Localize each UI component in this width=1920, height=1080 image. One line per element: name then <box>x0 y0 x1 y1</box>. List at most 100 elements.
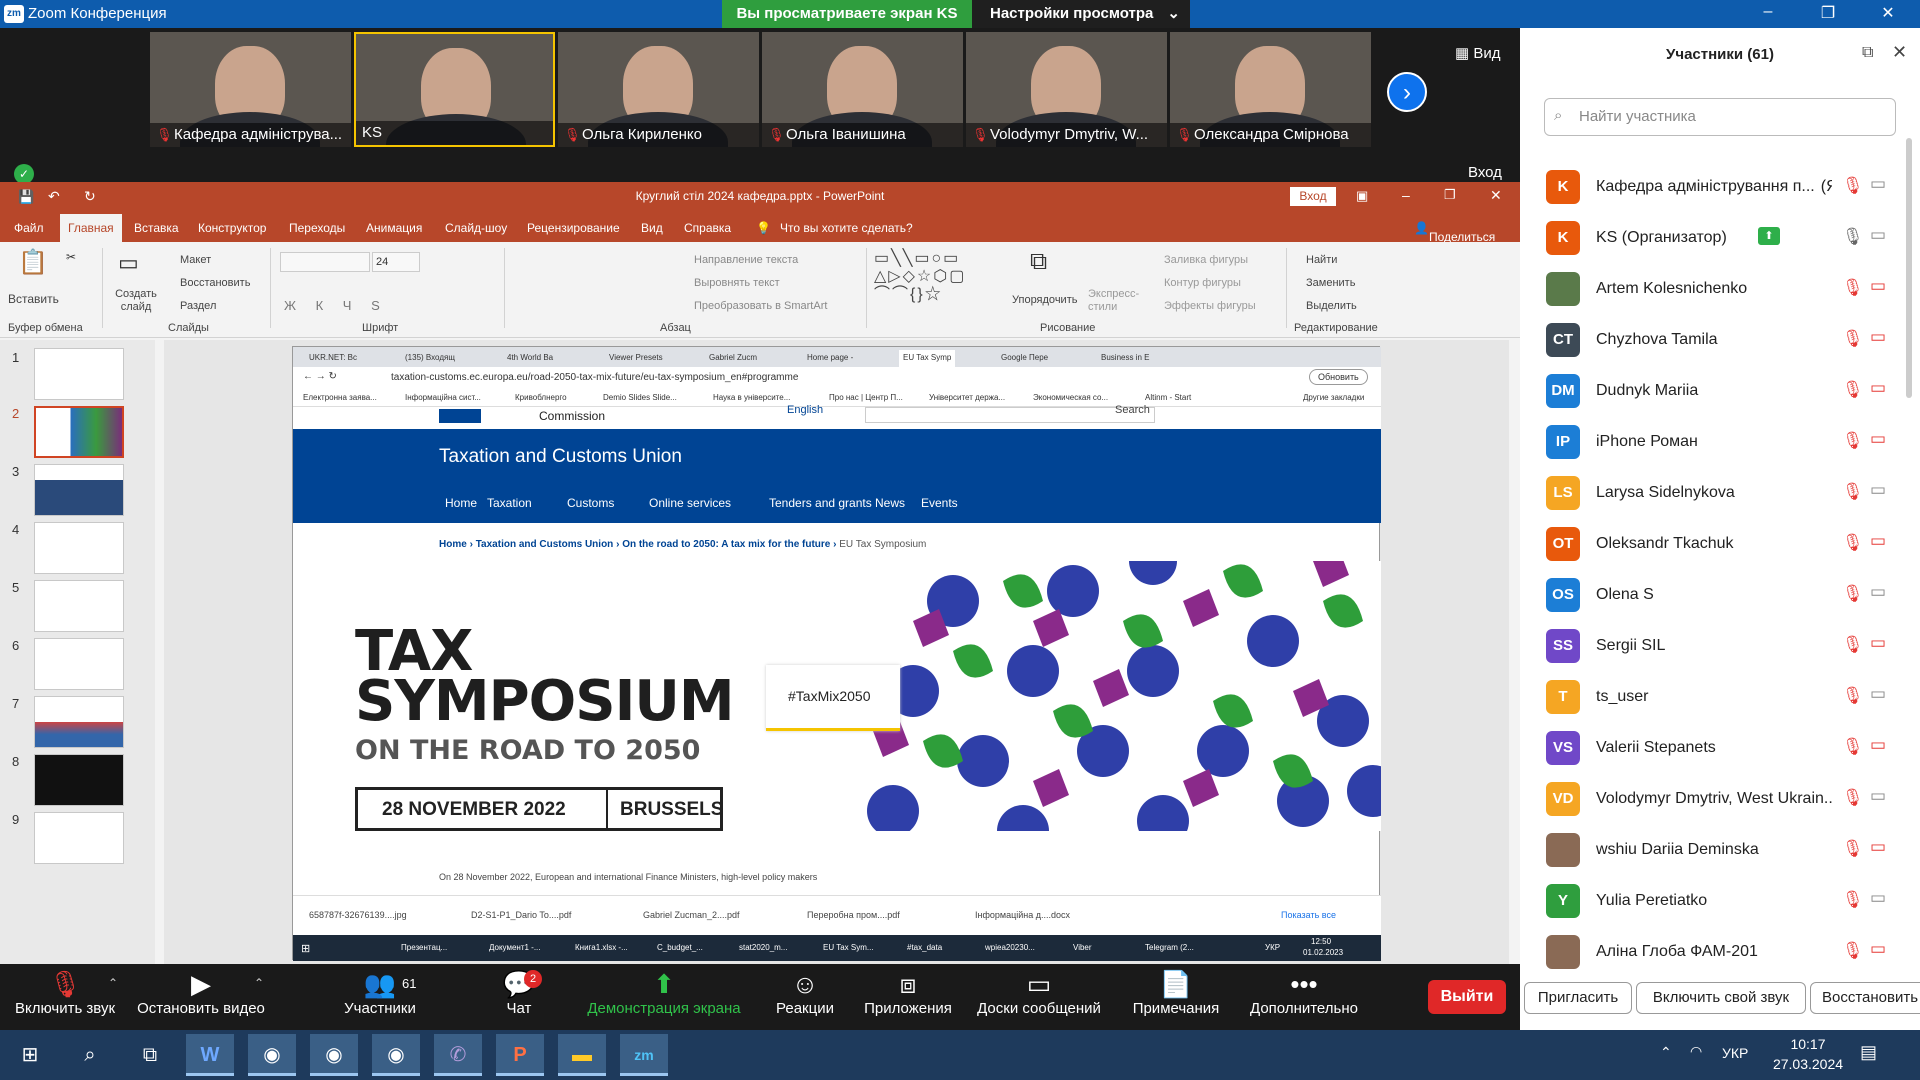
ppt-close-icon[interactable]: ✕ <box>1490 187 1502 204</box>
download-item[interactable]: 658787f-32676139....jpg <box>309 910 407 920</box>
participant-row[interactable]: Y Yulia Peretiatko 🎙 ▭ <box>1520 876 1920 927</box>
menu-slideshow[interactable]: Слайд-шоу <box>445 221 507 235</box>
popout-icon[interactable]: ⧉ <box>1862 44 1873 62</box>
leave-button[interactable]: Выйти <box>1428 980 1506 1014</box>
font-size-select[interactable]: 24 <box>372 252 420 272</box>
video-tile[interactable]: Ольга Кириленко 🎙 <box>558 32 759 147</box>
mic-options-chevron-icon[interactable]: ⌃ <box>108 976 118 990</box>
tray-lang[interactable]: УКР <box>1722 1045 1748 1061</box>
smartart-button[interactable]: Преобразовать в SmartArt <box>694 300 827 312</box>
nav-online-services[interactable]: Online services <box>649 496 731 510</box>
nav-taxation[interactable]: Taxation <box>487 496 532 510</box>
participant-row[interactable]: SS Sergii SIL 🎙 ▭ <box>1520 621 1920 672</box>
download-item[interactable]: D2-S1-P1_Dario To....pdf <box>471 910 571 920</box>
browser-tab[interactable]: (135) Входящ <box>401 350 459 367</box>
participant-row[interactable]: DM Dudnyk Mariia 🎙 ▭ <box>1520 366 1920 417</box>
participant-row[interactable]: Tts_user 🎙 ▭ <box>1520 672 1920 723</box>
next-page-button[interactable]: › <box>1387 72 1427 112</box>
menu-transitions[interactable]: Переходы <box>289 221 345 235</box>
task-view-icon[interactable]: ⧉ <box>126 1034 174 1076</box>
stop-video-button[interactable]: ▶ Остановить видео <box>136 964 266 1030</box>
participant-row[interactable]: VD Volodymyr Dmytriv, West Ukrain... 🎙 ▭ <box>1520 774 1920 825</box>
participant-row[interactable]: Аліна Глоба ФАМ-201 🎙 ▭ <box>1520 927 1920 978</box>
slide-thumbnail[interactable] <box>34 464 124 516</box>
site-search-input[interactable] <box>865 407 1155 423</box>
slide-thumbnail[interactable] <box>34 754 124 806</box>
layout-button[interactable]: Макет <box>180 254 211 266</box>
word-icon[interactable]: W <box>186 1034 234 1076</box>
slide-thumbnail[interactable] <box>34 812 124 864</box>
tray-chevron-icon[interactable]: ⌃ <box>1660 1044 1672 1061</box>
browser-tab[interactable]: Gabriel Zucm <box>705 350 761 367</box>
powerpoint-icon[interactable]: P <box>496 1034 544 1076</box>
tell-me-input[interactable]: Что вы хотите сделать? <box>780 221 913 235</box>
shapes-gallery[interactable]: ▭╲╲▭○▭ △▷◇☆⬡▢ ⌒⌒{}☆ <box>874 250 966 304</box>
menu-help[interactable]: Справка <box>684 221 731 235</box>
unmute-self-button[interactable]: Включить свой звук <box>1636 982 1806 1014</box>
apps-button[interactable]: ⧈ Приложения <box>860 964 956 1030</box>
participant-row[interactable]: K KS (Организатор) ⬆ 🎙 ▭ <box>1520 213 1920 264</box>
font-family-select[interactable] <box>280 252 370 272</box>
url-field[interactable]: taxation-customs.ec.europa.eu/road-2050-… <box>391 372 798 383</box>
crumb-tcu[interactable]: Taxation and Customs Union <box>476 539 614 550</box>
browser-tab[interactable]: Business in E <box>1097 350 1153 367</box>
tray-time[interactable]: 10:17 <box>1768 1036 1848 1052</box>
crumb-home[interactable]: Home <box>439 539 467 550</box>
bookmark[interactable]: Экономическая со... <box>1033 393 1108 402</box>
shape-outline-button[interactable]: Контур фигуры <box>1164 277 1241 289</box>
browser-tab[interactable]: Home page - <box>803 350 857 367</box>
nav-arrows-icon[interactable]: ← → ↻ <box>303 371 337 382</box>
new-slide-icon[interactable]: ▭ <box>118 250 139 276</box>
replace-button[interactable]: Заменить <box>1306 277 1355 289</box>
shape-effects-button[interactable]: Эффекты фигуры <box>1164 300 1256 312</box>
nav-tenders[interactable]: Tenders and grants <box>769 496 872 510</box>
nav-home[interactable]: Home <box>445 496 477 510</box>
bookmark[interactable]: Електронна заява... <box>303 393 377 402</box>
video-tile[interactable]: Volodymyr Dmytriv, W... 🎙 <box>966 32 1167 147</box>
menu-design[interactable]: Конструктор <box>198 221 266 235</box>
chrome-icon[interactable]: ◉ <box>310 1034 358 1076</box>
share-screen-button[interactable]: ⬆ Демонстрация экрана <box>584 964 744 1030</box>
arrange-label[interactable]: Упорядочить <box>1012 294 1077 306</box>
slide-thumbnail[interactable] <box>34 522 124 574</box>
section-button[interactable]: Раздел <box>180 300 216 312</box>
participant-row[interactable]: K Кафедра адміністрування п... (Я) 🎙 ▭ <box>1520 162 1920 213</box>
participant-row[interactable]: CT Chyzhova Tamila 🎙 ▭ <box>1520 315 1920 366</box>
view-settings-button[interactable]: Настройки просмотра ⌄ <box>972 0 1190 28</box>
browser-tab[interactable]: Viewer Presets <box>605 350 667 367</box>
participant-search-input[interactable]: Найти участника <box>1544 98 1896 136</box>
participant-row[interactable]: Artem Kolesnichenko 🎙 ▭ <box>1520 264 1920 315</box>
shape-fill-button[interactable]: Заливка фигуры <box>1164 254 1248 266</box>
font-format-buttons[interactable]: Ж К Ч S <box>284 298 388 313</box>
tray-date[interactable]: 27.03.2024 <box>1768 1056 1848 1072</box>
restore-button[interactable]: Восстановить <box>1810 982 1920 1014</box>
browser-tab[interactable]: Google Пере <box>997 350 1052 367</box>
nav-customs[interactable]: Customs <box>567 496 614 510</box>
ppt-signin-button[interactable]: Вход <box>1290 187 1336 206</box>
close-icon[interactable]: ✕ <box>1868 3 1908 23</box>
bookmark[interactable]: Altinm - Start <box>1145 393 1191 402</box>
share-button[interactable]: 👤 Поделиться <box>1414 221 1495 244</box>
download-item[interactable]: Інформаційна д....docx <box>975 910 1070 920</box>
bookmark[interactable]: Demio Slides Slide... <box>603 393 677 402</box>
video-tile[interactable]: KS <box>354 32 555 147</box>
minimize-icon[interactable]: – <box>1748 3 1788 21</box>
browser-tab-active[interactable]: EU Tax Symp <box>899 350 956 367</box>
participants-button[interactable]: 👥 Участники <box>340 964 420 1030</box>
reactions-button[interactable]: ☺ Реакции <box>770 964 840 1030</box>
update-button[interactable]: Обновить <box>1309 369 1368 385</box>
menu-home[interactable]: Главная <box>60 214 122 242</box>
viber-icon[interactable]: ✆ <box>434 1034 482 1076</box>
video-tile[interactable]: Кафедра адмініструва... 🎙 <box>150 32 351 147</box>
close-panel-icon[interactable]: ✕ <box>1892 42 1907 63</box>
paste-label[interactable]: Вставить <box>8 292 59 306</box>
unmute-button[interactable]: 🎙 Включить звук <box>10 964 120 1030</box>
find-button[interactable]: Найти <box>1306 254 1337 266</box>
participant-row[interactable]: VS Valerii Stepanets 🎙 ▭ <box>1520 723 1920 774</box>
menu-review[interactable]: Рецензирование <box>527 221 620 235</box>
view-button[interactable]: ▦ Вид <box>1455 44 1500 62</box>
nav-news[interactable]: News <box>875 496 905 510</box>
video-tile[interactable]: Ольга Іванишина 🎙 <box>762 32 963 147</box>
participant-row[interactable]: LS Larysa Sidelnykova 🎙 ▭ <box>1520 468 1920 519</box>
ppt-minimize-icon[interactable]: – <box>1402 187 1410 203</box>
